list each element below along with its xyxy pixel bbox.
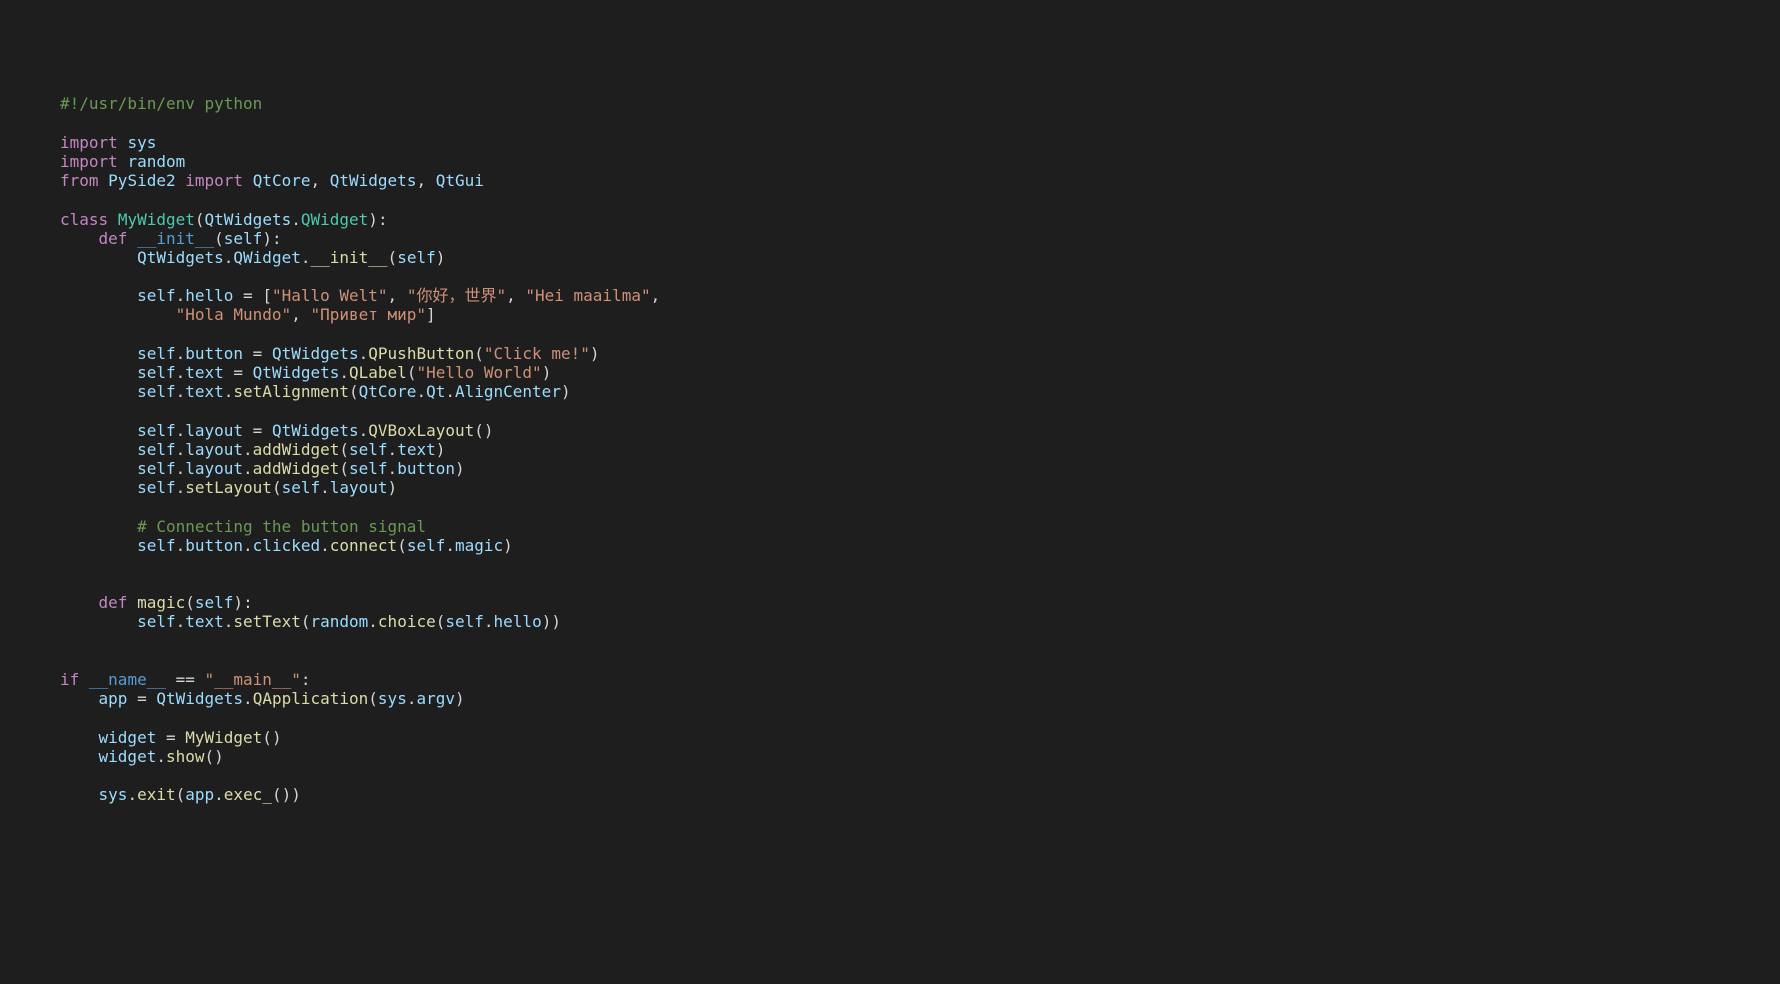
attr-text: text (185, 363, 224, 382)
module-random: random (127, 152, 185, 171)
string-literal: "Hola Mundo" (176, 305, 292, 324)
keyword-def: def (99, 593, 128, 612)
keyword-import: import (60, 152, 118, 171)
string-literal: "__main__" (205, 670, 301, 689)
attr-layout: layout (185, 421, 243, 440)
dunder-name: __name__ (89, 670, 166, 689)
code-comment: # Connecting the button signal (137, 517, 426, 536)
module-qtcore: QtCore (253, 171, 311, 190)
attr-hello: hello (185, 286, 233, 305)
keyword-from: from (60, 171, 99, 190)
string-literal: "Hallo Welt" (272, 286, 388, 305)
string-literal: "Click me!" (484, 344, 590, 363)
method-magic: magic (137, 593, 185, 612)
method-init: __init__ (137, 229, 214, 248)
string-literal: "Привет мир" (310, 305, 426, 324)
class-mywidget: MyWidget (118, 210, 195, 229)
code-comment: #!/usr/bin/env python (60, 94, 262, 113)
string-literal: "Hei maailma" (525, 286, 650, 305)
keyword-def: def (99, 229, 128, 248)
module-pyside2: PySide2 (108, 171, 175, 190)
keyword-import: import (185, 171, 243, 190)
var-app: app (99, 689, 128, 708)
attr-button: button (185, 344, 243, 363)
string-literal: "Hello World" (416, 363, 541, 382)
code-editor[interactable]: #!/usr/bin/env python import sys import … (60, 94, 1720, 804)
module-qtwidgets: QtWidgets (330, 171, 417, 190)
keyword-if: if (60, 670, 79, 689)
module-qtgui: QtGui (436, 171, 484, 190)
module-sys: sys (127, 133, 156, 152)
var-widget: widget (99, 728, 157, 747)
keyword-class: class (60, 210, 108, 229)
string-literal: "你好，世界" (407, 286, 506, 305)
keyword-import: import (60, 133, 118, 152)
